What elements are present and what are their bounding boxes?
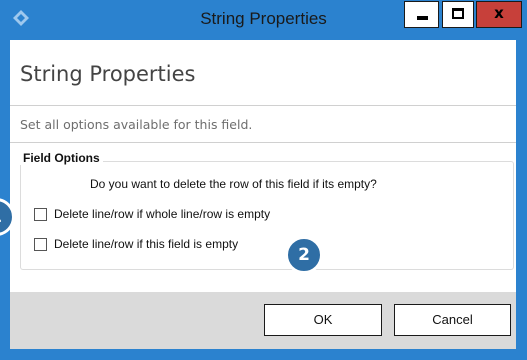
title-bar[interactable]: String Properties x (0, 0, 527, 40)
delete-if-field-empty-checkbox[interactable] (34, 238, 47, 251)
delete-if-field-empty-label[interactable]: Delete line/row if this field is empty (54, 237, 238, 251)
page-title: String Properties (20, 62, 196, 86)
callout-badge-2: 2 (285, 236, 323, 274)
ok-button[interactable]: OK (264, 304, 382, 336)
dialog-body: String Properties Set all options availa… (10, 40, 516, 349)
field-options-legend: Field Options (20, 151, 103, 165)
field-options-question: Do you want to delete the row of this fi… (90, 177, 377, 191)
maximize-icon (452, 8, 464, 19)
maximize-button[interactable] (442, 1, 474, 28)
minimize-button[interactable] (404, 1, 439, 28)
button-bar: OK Cancel (10, 292, 516, 349)
divider (10, 142, 516, 143)
delete-if-whole-row-empty-checkbox[interactable] (34, 208, 47, 221)
dialog-description: Set all options available for this field… (20, 117, 253, 132)
cancel-button[interactable]: Cancel (394, 304, 511, 336)
close-icon: x (494, 4, 504, 22)
minimize-icon (417, 16, 428, 20)
dialog-window: String Properties x String Properties Se… (0, 0, 527, 360)
delete-if-whole-row-empty-label[interactable]: Delete line/row if whole line/row is emp… (54, 207, 270, 221)
divider (10, 105, 516, 106)
close-button[interactable]: x (476, 1, 522, 28)
